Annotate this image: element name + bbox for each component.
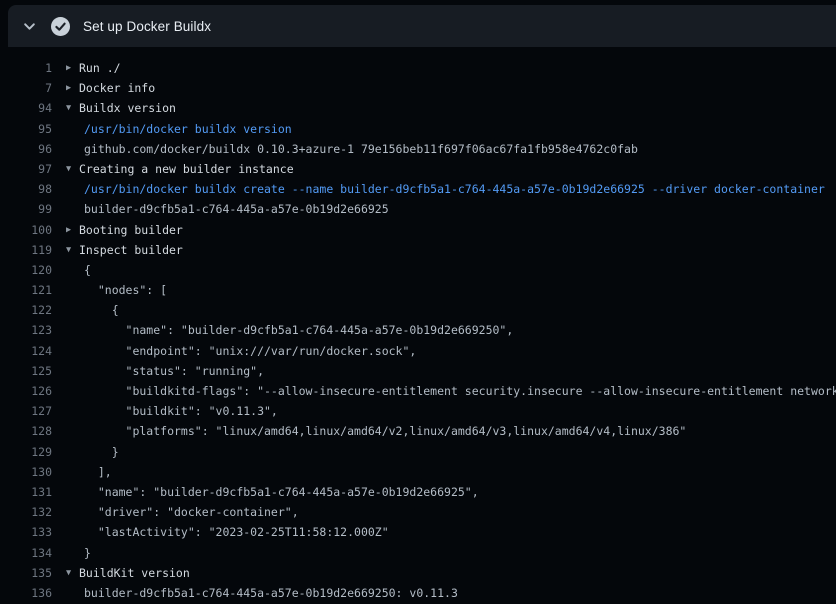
output-text: } <box>84 442 119 462</box>
step-title: Set up Docker Buildx <box>83 19 211 34</box>
log-row: 98/usr/bin/docker buildx create --name b… <box>0 179 836 199</box>
output-text: ], <box>84 462 112 482</box>
output-text: "lastActivity": "2023-02-25T11:58:12.000… <box>84 522 389 542</box>
output-text: "endpoint": "unix:///var/run/docker.sock… <box>84 341 416 361</box>
triangle-down-icon: ▼ <box>66 159 79 179</box>
log-group-row[interactable]: 94 ▼Buildx version <box>0 98 836 118</box>
line-number[interactable]: 125 <box>0 361 52 381</box>
log-row: 99 builder-d9cfb5a1-c764-445a-a57e-0b19d2… <box>0 199 836 219</box>
line-number[interactable]: 123 <box>0 320 52 340</box>
line-number[interactable]: 121 <box>0 280 52 300</box>
group-title: Booting builder <box>79 220 183 240</box>
log-row: 121 "nodes": [ <box>0 280 836 300</box>
output-text: "buildkitd-flags": "--allow-insecure-ent… <box>84 381 836 401</box>
output-text: "name": "builder-d9cfb5a1-c764-445a-a57e… <box>84 482 479 502</box>
log-group-row[interactable]: 7 ▶Docker info <box>0 78 836 98</box>
line-number[interactable]: 1 <box>0 58 52 78</box>
triangle-down-icon: ▼ <box>66 98 79 118</box>
line-number[interactable]: 119 <box>0 240 52 260</box>
triangle-down-icon: ▼ <box>66 563 79 583</box>
line-number[interactable]: 94 <box>0 98 52 118</box>
group-title: BuildKit version <box>79 563 190 583</box>
log-row: 120 { <box>0 260 836 280</box>
line-number[interactable]: 136 <box>0 583 52 603</box>
log-row: 136 builder-d9cfb5a1-c764-445a-a57e-0b19d… <box>0 583 836 603</box>
line-number[interactable]: 98 <box>0 179 52 199</box>
output-text: "driver": "docker-container", <box>84 502 299 522</box>
line-number[interactable]: 133 <box>0 522 52 542</box>
command-text: /usr/bin/docker buildx version <box>84 119 292 139</box>
line-number[interactable]: 132 <box>0 502 52 522</box>
output-text: "name": "builder-d9cfb5a1-c764-445a-a57e… <box>84 320 513 340</box>
line-number[interactable]: 126 <box>0 381 52 401</box>
log-row: 124 "endpoint": "unix:///var/run/docker.… <box>0 341 836 361</box>
step-header[interactable]: Set up Docker Buildx <box>8 5 836 47</box>
line-number[interactable]: 128 <box>0 421 52 441</box>
log-row: 122 { <box>0 300 836 320</box>
line-number[interactable]: 129 <box>0 442 52 462</box>
log-rows: 1▶Run ./7▶Docker info94▼Buildx version95… <box>0 47 836 604</box>
output-text: builder-d9cfb5a1-c764-445a-a57e-0b19d2e6… <box>84 583 458 603</box>
log-row: 95/usr/bin/docker buildx version <box>0 119 836 139</box>
line-number[interactable]: 131 <box>0 482 52 502</box>
line-number[interactable]: 95 <box>0 119 52 139</box>
log-row: 134} <box>0 543 836 563</box>
line-number[interactable]: 124 <box>0 341 52 361</box>
group-title: Docker info <box>79 78 155 98</box>
log-row: 123 "name": "builder-d9cfb5a1-c764-445a-… <box>0 320 836 340</box>
log-group-row[interactable]: 97 ▼Creating a new builder instance <box>0 159 836 179</box>
log-row: 129 } <box>0 442 836 462</box>
output-text: "platforms": "linux/amd64,linux/amd64/v2… <box>84 421 686 441</box>
output-text: { <box>84 300 119 320</box>
output-text: "status": "running", <box>84 361 264 381</box>
log-row: 133 "lastActivity": "2023-02-25T11:58:12… <box>0 522 836 542</box>
triangle-right-icon: ▶ <box>66 220 79 240</box>
log-row: 126 "buildkitd-flags": "--allow-insecure… <box>0 381 836 401</box>
output-text: "buildkit": "v0.11.3", <box>84 401 278 421</box>
group-title: Run ./ <box>79 58 121 78</box>
log-row: 132 "driver": "docker-container", <box>0 502 836 522</box>
check-circle-icon <box>50 16 70 36</box>
group-title: Creating a new builder instance <box>79 159 294 179</box>
output-text: { <box>84 260 91 280</box>
log-group-row[interactable]: 100 ▶Booting builder <box>0 220 836 240</box>
log-group-row[interactable]: 135 ▼BuildKit version <box>0 563 836 583</box>
output-text: builder-d9cfb5a1-c764-445a-a57e-0b19d2e6… <box>84 199 389 219</box>
actions-log-panel: Set up Docker Buildx 1▶Run ./7▶Docker in… <box>0 0 836 604</box>
log-row: 125 "status": "running", <box>0 361 836 381</box>
triangle-right-icon: ▶ <box>66 58 79 78</box>
line-number[interactable]: 135 <box>0 563 52 583</box>
group-title: Inspect builder <box>79 240 183 260</box>
line-number[interactable]: 120 <box>0 260 52 280</box>
log-group-row[interactable]: 1 ▶Run ./ <box>0 58 836 78</box>
line-number[interactable]: 100 <box>0 220 52 240</box>
output-text: github.com/docker/buildx 0.10.3+azure-1 … <box>84 139 638 159</box>
output-text: "nodes": [ <box>84 280 167 300</box>
chevron-down-icon[interactable] <box>14 5 44 47</box>
line-number[interactable]: 97 <box>0 159 52 179</box>
triangle-down-icon: ▼ <box>66 240 79 260</box>
line-number[interactable]: 127 <box>0 401 52 421</box>
log-group-row[interactable]: 119 ▼Inspect builder <box>0 240 836 260</box>
log-row: 128 "platforms": "linux/amd64,linux/amd6… <box>0 421 836 441</box>
log-row: 96 github.com/docker/buildx 0.10.3+azure-… <box>0 139 836 159</box>
log-row: 130 ], <box>0 462 836 482</box>
triangle-right-icon: ▶ <box>66 78 79 98</box>
output-text: } <box>84 543 91 563</box>
group-title: Buildx version <box>79 98 176 118</box>
command-text: /usr/bin/docker buildx create --name bui… <box>84 179 825 199</box>
line-number[interactable]: 96 <box>0 139 52 159</box>
line-number[interactable]: 134 <box>0 543 52 563</box>
line-number[interactable]: 122 <box>0 300 52 320</box>
line-number[interactable]: 130 <box>0 462 52 482</box>
line-number[interactable]: 7 <box>0 78 52 98</box>
line-number[interactable]: 99 <box>0 199 52 219</box>
log-row: 131 "name": "builder-d9cfb5a1-c764-445a-… <box>0 482 836 502</box>
log-row: 127 "buildkit": "v0.11.3", <box>0 401 836 421</box>
